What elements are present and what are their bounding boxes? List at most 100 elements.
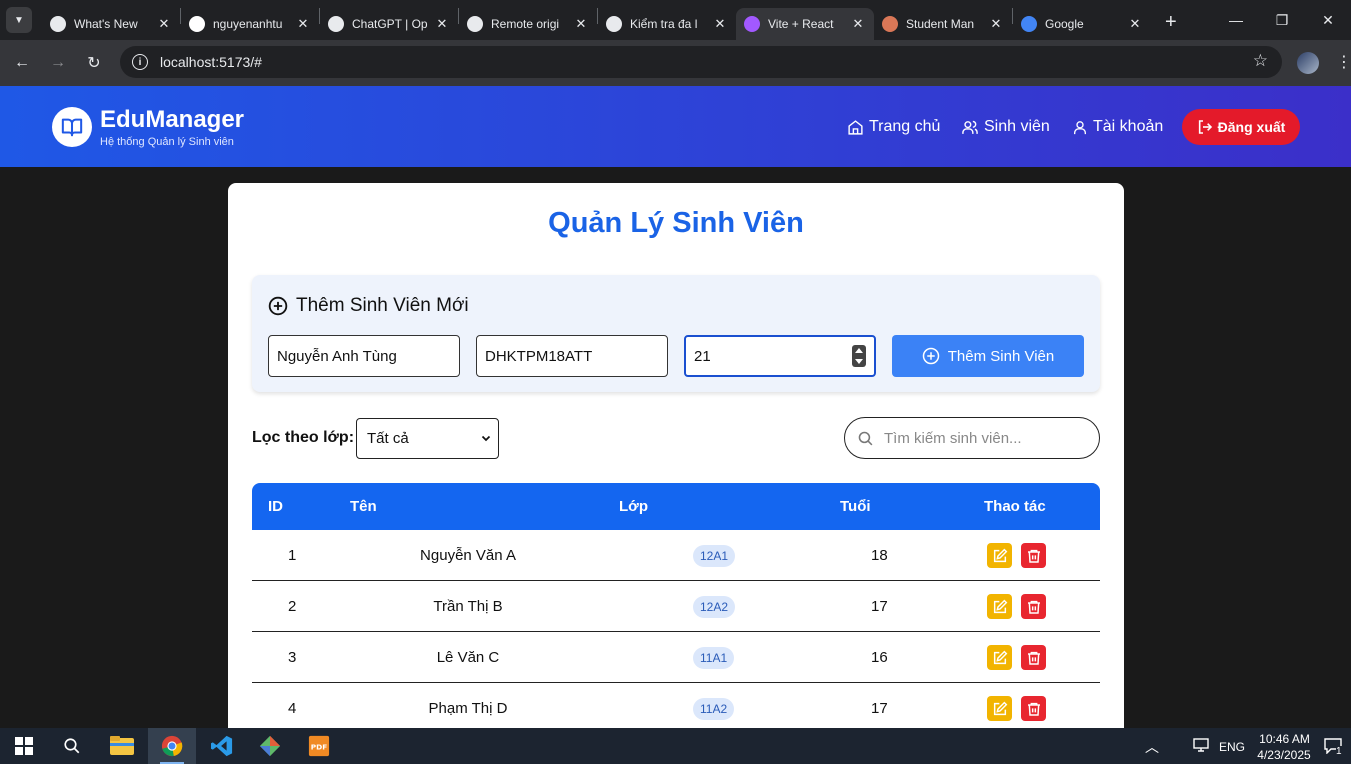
vite-icon <box>744 16 760 32</box>
windows-start-icon[interactable] <box>0 728 48 764</box>
browser-tab[interactable]: Kiểm tra đa l ✕ <box>598 8 736 40</box>
nav-home[interactable]: Trang chủ <box>847 118 940 136</box>
nav-account[interactable]: Tài khoản <box>1072 118 1163 136</box>
browser-tab-title: nguyenanhtu <box>213 17 283 31</box>
cell-id: 2 <box>288 598 297 615</box>
address-bar[interactable]: i localhost:5173/# ☆ <box>120 46 1282 78</box>
browser-tab-bar: ▼ What's New ✕ nguyenanhtu ✕ ChatGPT | Op ✕ Re… <box>0 0 1351 40</box>
site-info-icon[interactable]: i <box>132 54 148 70</box>
search-input[interactable]: Tìm kiếm sinh viên... <box>844 417 1100 459</box>
edit-button[interactable] <box>987 594 1012 619</box>
nav-students[interactable]: Sinh viên <box>961 118 1050 136</box>
tab-close-icon[interactable]: ✕ <box>156 16 172 32</box>
add-student-button[interactable]: Thêm Sinh Viên <box>892 335 1084 377</box>
browser-tab[interactable]: What's New ✕ <box>42 8 180 40</box>
tab-close-icon[interactable]: ✕ <box>295 16 311 32</box>
close-window-button[interactable]: ✕ <box>1305 0 1351 40</box>
browser-tab[interactable]: Google ✕ <box>1013 8 1151 40</box>
cell-age: 17 <box>871 700 888 717</box>
tab-close-icon[interactable]: ✕ <box>712 16 728 32</box>
table-row: 3 Lê Văn C 11A1 16 <box>252 632 1100 683</box>
users-icon <box>962 120 978 134</box>
cell-id: 1 <box>288 547 297 564</box>
plus-circle-icon <box>268 296 288 316</box>
age-stepper[interactable] <box>852 345 866 367</box>
edit-icon <box>993 701 1007 715</box>
pdf-app-icon[interactable]: PDF <box>295 728 343 764</box>
table-row: 4 Phạm Thị D 11A2 17 <box>252 683 1100 734</box>
edit-button[interactable] <box>987 696 1012 721</box>
tab-close-icon[interactable]: ✕ <box>850 16 866 32</box>
class-filter-select[interactable]: Tất cả <box>356 418 499 459</box>
windows-taskbar: PDF ︿ ENG 10:46 AM 4/23/2025 1 <box>0 728 1351 764</box>
browser-tab[interactable]: Student Man ✕ <box>874 8 1012 40</box>
restore-button[interactable]: ❐ <box>1259 0 1305 40</box>
browser-menu-icon[interactable]: ⋮ <box>1336 52 1351 72</box>
tab-close-icon[interactable]: ✕ <box>1127 16 1143 32</box>
delete-button[interactable] <box>1021 696 1046 721</box>
page-title: Quản Lý Sinh Viên <box>548 207 804 239</box>
cell-class-badge: 12A1 <box>693 545 736 567</box>
git-client-icon[interactable] <box>246 728 294 764</box>
browser-tab[interactable]: Vite + React ✕ <box>736 8 874 40</box>
browser-tab[interactable]: Remote origi ✕ <box>459 8 597 40</box>
chrome-taskbar-icon[interactable] <box>148 728 196 764</box>
edit-icon <box>993 650 1007 664</box>
tab-close-icon[interactable]: ✕ <box>988 16 1004 32</box>
delete-button[interactable] <box>1021 543 1046 568</box>
cell-name: Lê Văn C <box>436 649 500 666</box>
student-age-input[interactable]: 21 <box>684 335 876 377</box>
clock-time[interactable]: 10:46 AM <box>1257 732 1312 746</box>
back-button[interactable]: ← <box>4 54 40 72</box>
svg-text:PDF: PDF <box>311 743 327 752</box>
trash-icon <box>1027 702 1040 716</box>
browser-tab-title: What's New <box>74 17 138 31</box>
tab-close-icon[interactable]: ✕ <box>434 16 450 32</box>
book-icon <box>52 107 92 147</box>
student-class-input[interactable]: DHKTPM18ATT <box>476 335 668 377</box>
class-filter-value: Tất cả <box>367 430 409 447</box>
delete-button[interactable] <box>1021 645 1046 670</box>
delete-button[interactable] <box>1021 594 1046 619</box>
col-name[interactable]: Tên <box>350 498 377 515</box>
vscode-icon[interactable] <box>198 728 246 764</box>
tab-search-button[interactable]: ▼ <box>6 7 32 33</box>
chrome-icon <box>50 16 66 32</box>
language-indicator[interactable]: ENG <box>1219 740 1245 754</box>
openai-icon <box>328 16 344 32</box>
brand-name[interactable]: EduManager <box>100 106 244 134</box>
browser-tab[interactable]: ChatGPT | Op ✕ <box>320 8 458 40</box>
browser-tab[interactable]: nguyenanhtu ✕ <box>181 8 319 40</box>
student-age-value: 21 <box>694 347 711 365</box>
openai-icon <box>606 16 622 32</box>
new-tab-button[interactable]: + <box>1165 11 1177 34</box>
tab-close-icon[interactable]: ✕ <box>573 16 589 32</box>
cell-name: Trần Thị B <box>433 598 503 615</box>
taskbar-search-icon[interactable] <box>48 728 96 764</box>
logout-button[interactable]: Đăng xuất <box>1182 109 1300 145</box>
edit-button[interactable] <box>987 645 1012 670</box>
tray-chevron-up-icon[interactable]: ︿ <box>1145 737 1159 757</box>
browser-tab-title: ChatGPT | Op <box>352 17 428 31</box>
browser-tab-title: Vite + React <box>768 17 834 31</box>
col-class[interactable]: Lớp <box>619 498 648 515</box>
cell-name: Nguyễn Văn A <box>420 547 516 564</box>
bookmark-star-icon[interactable]: ☆ <box>1253 51 1268 71</box>
col-id[interactable]: ID <box>268 498 283 515</box>
logout-label: Đăng xuất <box>1217 119 1286 135</box>
col-age[interactable]: Tuổi <box>840 498 871 515</box>
edit-icon <box>993 599 1007 613</box>
edit-button[interactable] <box>987 543 1012 568</box>
minimize-button[interactable]: — <box>1213 0 1259 40</box>
brand-tagline: Hệ thống Quản lý Sinh viên <box>100 136 234 148</box>
user-icon <box>1074 120 1086 134</box>
file-explorer-icon[interactable] <box>98 728 146 764</box>
forward-button[interactable]: → <box>40 54 76 72</box>
clock-date[interactable]: 4/23/2025 <box>1254 748 1314 762</box>
profile-avatar[interactable] <box>1297 52 1319 74</box>
network-icon[interactable] <box>1193 738 1209 755</box>
student-name-input[interactable]: Nguyễn Anh Tùng <box>268 335 460 377</box>
reload-button[interactable]: ↻ <box>76 53 112 73</box>
plus-circle-icon <box>922 347 940 365</box>
nav-students-label: Sinh viên <box>984 118 1050 135</box>
